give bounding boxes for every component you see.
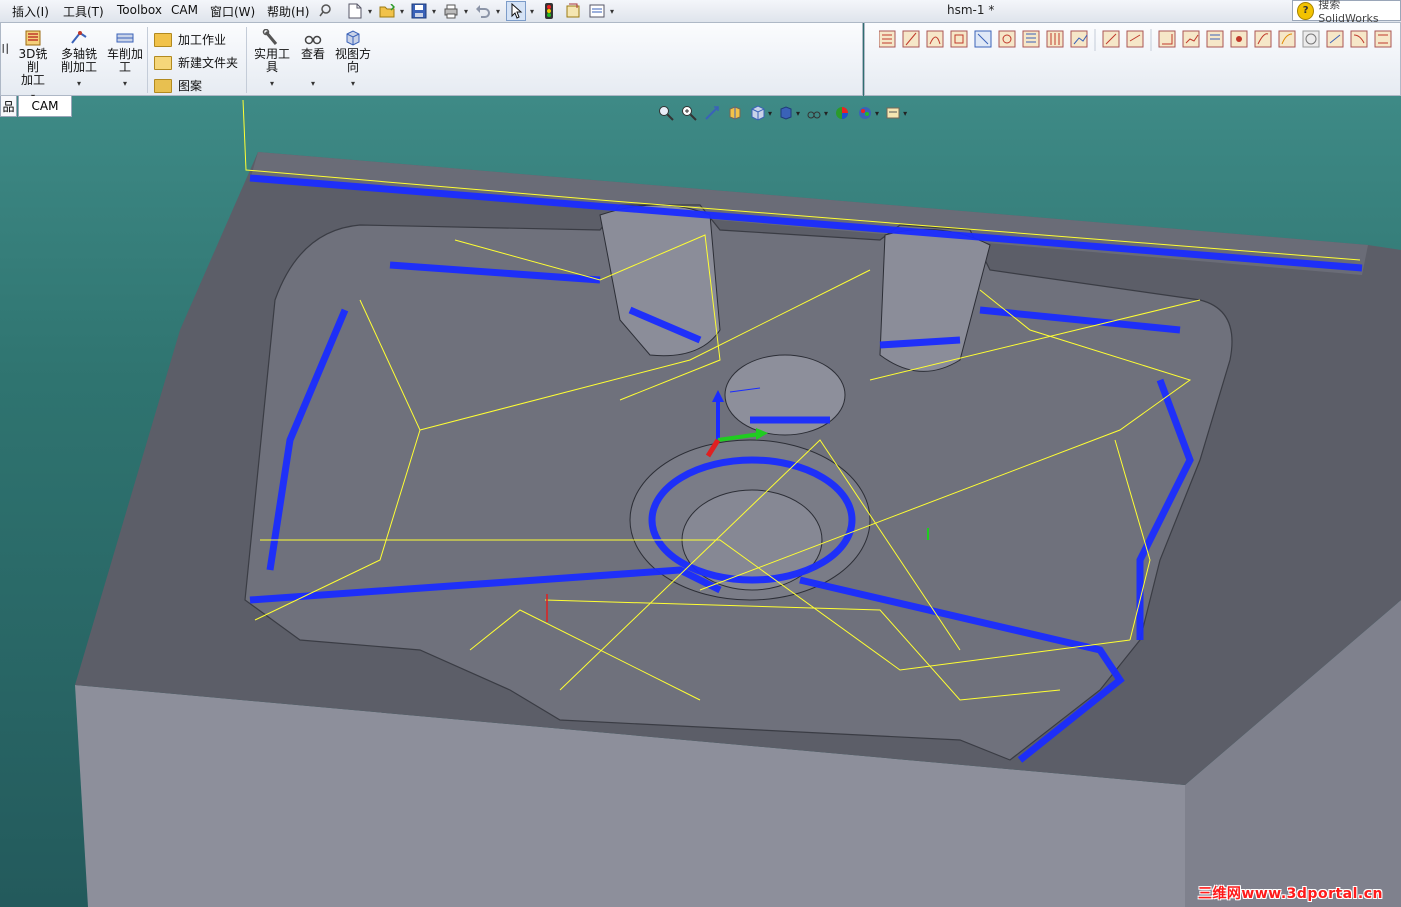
new-folder-label: 新建文件夹	[178, 56, 239, 70]
document-title: hsm-1 *	[947, 3, 995, 17]
toolpath-ribbon	[864, 22, 1401, 96]
multiaxis-button[interactable]: 多轴铣 削加工 ▾	[59, 29, 99, 90]
setup-button[interactable]: 加工作业	[154, 31, 226, 48]
graphics-viewport[interactable]	[0, 96, 1401, 907]
mill-3d-icon	[23, 29, 43, 47]
display-style-icon[interactable]	[778, 105, 794, 121]
mill-3d-button[interactable]: 3D铣削 加工 ▾	[13, 29, 53, 103]
utilities-label-2: 具	[265, 60, 278, 74]
toolpath-strategy-icons[interactable]	[879, 29, 1401, 59]
zoom-to-fit-icon[interactable]	[658, 105, 674, 121]
view-settings-icon[interactable]	[885, 105, 901, 121]
menu-tools[interactable]: 工具(T)	[63, 3, 104, 20]
multiaxis-label-2: 削加工	[60, 60, 97, 74]
tab-product-label: 品	[2, 99, 15, 114]
multiaxis-icon	[69, 29, 89, 47]
select-dropdown-arrow[interactable]: ▾	[528, 2, 536, 20]
hide-show-dropdown-arrow[interactable]: ▾	[824, 109, 828, 118]
ribbon-partial-left: 川	[0, 42, 10, 56]
ribbon-separator	[147, 27, 148, 93]
setup-label: 加工作业	[178, 33, 227, 47]
pattern-button[interactable]: 图案	[154, 77, 202, 94]
menu-toolbox[interactable]: Toolbox	[117, 3, 162, 17]
turning-icon	[115, 29, 135, 47]
save-dropdown-arrow[interactable]: ▾	[430, 2, 438, 20]
search-box[interactable]: ? 搜索 SolidWorks	[1292, 0, 1401, 25]
hide-show-items-icon[interactable]	[806, 105, 822, 121]
view-orientation-button[interactable]: 视图方 向 ▾	[333, 29, 373, 90]
utilities-wrench-icon	[262, 28, 282, 47]
tab-cam-label: CAM	[31, 99, 59, 113]
options-dropdown-arrow[interactable]: ▾	[608, 2, 616, 20]
cam-model-view[interactable]	[0, 96, 1401, 907]
undo-icon[interactable]	[474, 2, 492, 20]
pattern-icon	[154, 78, 172, 93]
menu-help[interactable]: 帮助(H)	[267, 3, 309, 20]
view-glasses-icon	[303, 29, 323, 47]
section-view-icon[interactable]	[727, 105, 743, 121]
new-dropdown-arrow[interactable]: ▾	[366, 2, 374, 20]
view-orientation-cube-icon	[343, 29, 363, 47]
apply-scene-dropdown-arrow[interactable]: ▾	[875, 109, 879, 118]
view-dropdown-arrow[interactable]: ▾	[293, 77, 333, 90]
open-dropdown-arrow[interactable]: ▾	[398, 2, 406, 20]
ribbon-separator	[246, 27, 247, 93]
tab-product-partial[interactable]: 品	[0, 96, 17, 117]
new-document-icon[interactable]	[346, 2, 364, 20]
view-orientation-cube-icon[interactable]	[750, 105, 766, 121]
new-folder-button[interactable]: 新建文件夹	[154, 54, 238, 71]
pattern-label: 图案	[178, 79, 203, 93]
cam-ribbon: 川 3D铣削 加工 ▾ 多轴铣 削加工 ▾ 车削加 工 ▾ 加工作业 新建文件夹…	[0, 22, 863, 101]
turning-label-2: 工	[118, 60, 131, 74]
edit-appearance-icon[interactable]	[834, 105, 850, 121]
setup-folder-icon	[154, 32, 172, 47]
print-dropdown-arrow[interactable]: ▾	[462, 2, 470, 20]
apply-scene-icon[interactable]	[857, 105, 873, 121]
turning-button[interactable]: 车削加 工 ▾	[105, 29, 145, 90]
menu-cam[interactable]: CAM	[171, 3, 198, 17]
undo-dropdown-arrow[interactable]: ▾	[494, 2, 502, 20]
multiaxis-dropdown-arrow[interactable]: ▾	[59, 77, 99, 90]
utilities-button[interactable]: 实用工 具 ▾	[252, 28, 292, 90]
heads-up-view-toolbar: ▾ ▾ ▾ ▾ ▾	[658, 104, 913, 122]
file-properties-icon[interactable]	[564, 2, 582, 20]
open-folder-icon[interactable]	[378, 2, 396, 20]
mill-3d-label-2: 加工	[20, 73, 45, 87]
help-question-icon: ?	[1297, 1, 1315, 20]
menu-bar: 插入(I) 工具(T) Toolbox CAM 窗口(W) 帮助(H) ▾ ▾ …	[0, 0, 1401, 25]
rebuild-traffic-light-icon[interactable]	[540, 2, 558, 20]
view-orientation-dropdown-arrow[interactable]: ▾	[333, 77, 373, 90]
options-icon[interactable]	[588, 2, 606, 20]
zoom-area-icon[interactable]	[681, 105, 697, 121]
mill-3d-label-1: 3D铣削	[18, 47, 48, 74]
view-button[interactable]: 查看 ▾	[293, 29, 333, 90]
print-icon[interactable]	[442, 2, 460, 20]
save-icon[interactable]	[410, 2, 428, 20]
view-label: 查看	[300, 47, 325, 61]
previous-view-icon[interactable]	[704, 105, 720, 121]
utilities-dropdown-arrow[interactable]: ▾	[252, 77, 292, 90]
watermark: 三维网www.3dportal.cn	[1197, 886, 1383, 902]
new-folder-icon	[154, 55, 172, 70]
view-orientation-dropdown-arrow[interactable]: ▾	[768, 109, 772, 118]
select-cursor-icon[interactable]	[506, 1, 526, 21]
view-settings-dropdown-arrow[interactable]: ▾	[903, 109, 907, 118]
quick-access-toolbar: ▾ ▾ ▾ ▾ ▾ ▾ ▾	[346, 1, 620, 21]
turning-dropdown-arrow[interactable]: ▾	[105, 77, 145, 90]
display-style-dropdown-arrow[interactable]: ▾	[796, 109, 800, 118]
menu-insert[interactable]: 插入(I)	[12, 3, 49, 20]
view-orientation-label-2: 向	[346, 60, 359, 74]
pin-icon[interactable]	[318, 2, 334, 18]
menu-window[interactable]: 窗口(W)	[210, 3, 255, 20]
tab-cam[interactable]: CAM	[18, 96, 72, 117]
